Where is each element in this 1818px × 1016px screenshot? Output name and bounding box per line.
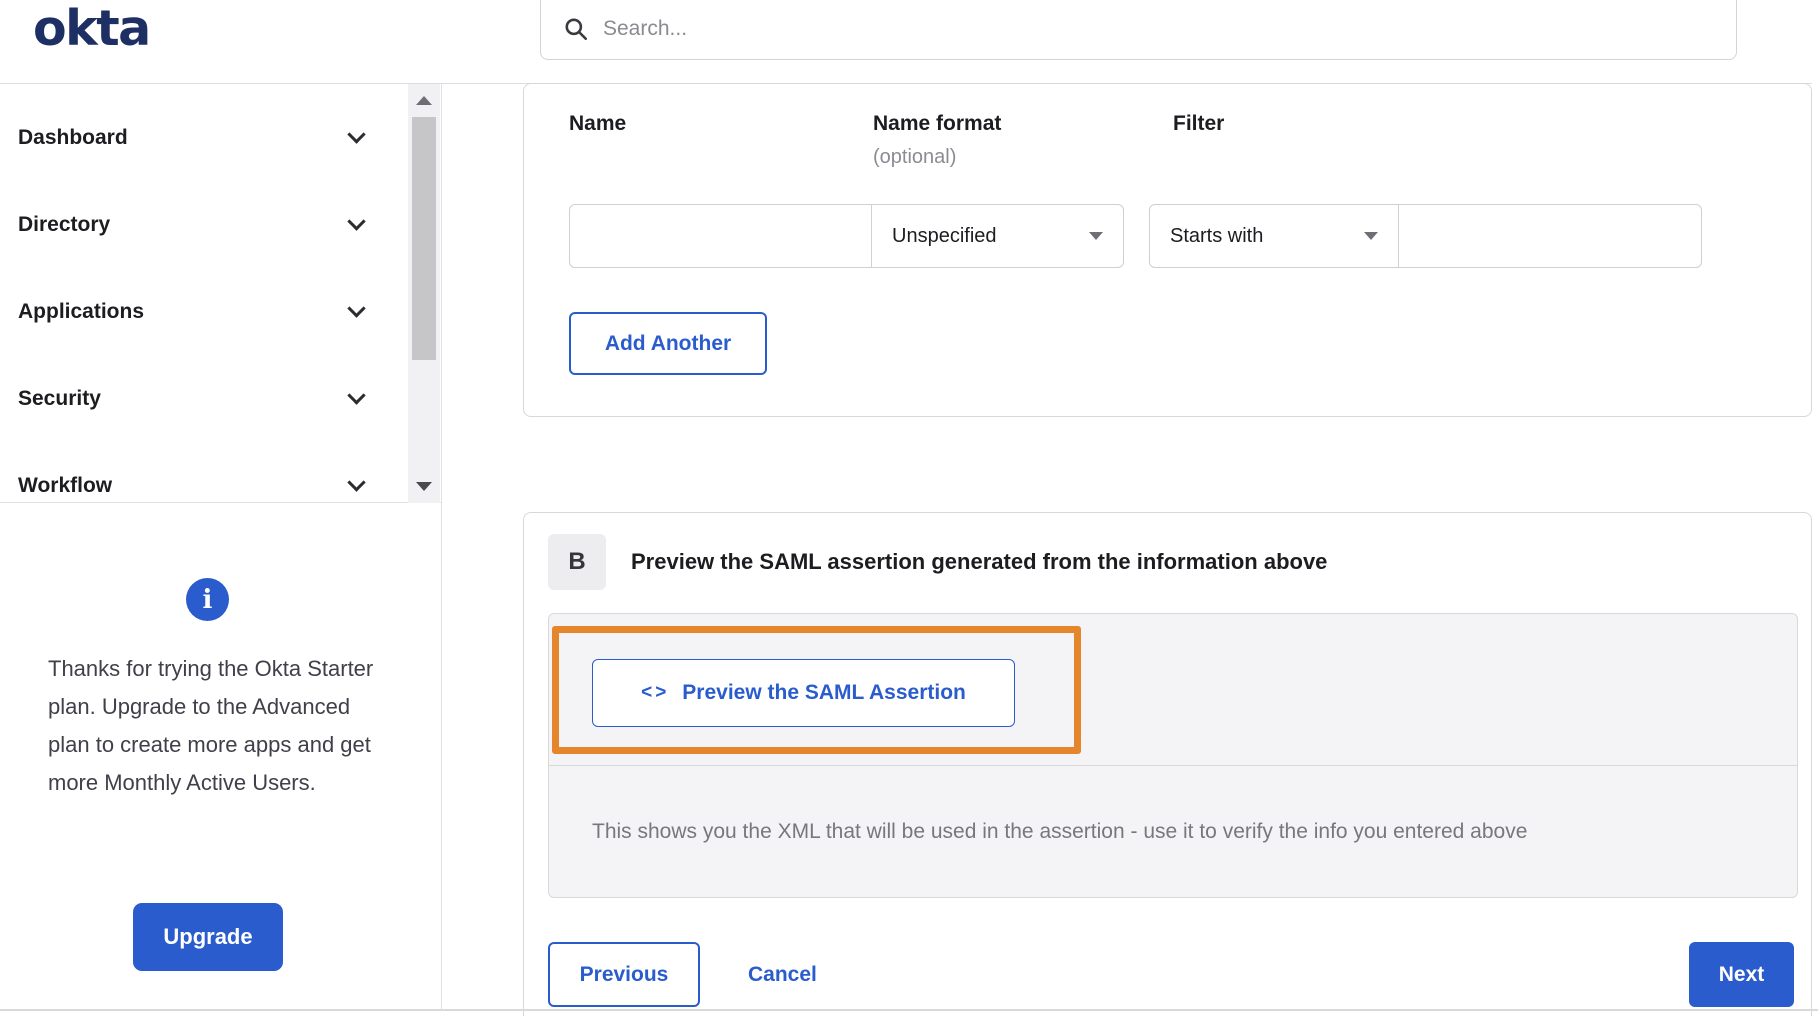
sidebar-item-workflow[interactable]: Workflow <box>0 442 441 529</box>
sidebar-item-label: Applications <box>18 299 145 323</box>
sidebar-item-label: Directory <box>18 212 111 236</box>
trial-notice-text: Thanks for trying the Okta Starter plan.… <box>48 656 374 795</box>
preview-assertion-box: This shows you the XML that will be used… <box>548 613 1798 898</box>
caret-down-icon <box>1364 232 1378 240</box>
filter-column-label: Filter <box>1173 112 1225 135</box>
sidebar-item-label: Security <box>18 386 101 410</box>
scrollbar-thumb[interactable] <box>412 117 436 360</box>
name-format-optional-hint: (optional) <box>873 146 957 168</box>
previous-button[interactable]: Previous <box>548 942 700 1007</box>
sidebar-nav: Dashboard Directory Applications Securit… <box>0 84 441 503</box>
scrollbar-up-button[interactable] <box>408 84 440 117</box>
name-format-column-label: Name format <box>873 112 1002 135</box>
sidebar-item-label: Dashboard <box>18 125 128 149</box>
add-another-button[interactable]: Add Another <box>569 312 767 375</box>
sidebar-item-security[interactable]: Security <box>0 355 441 442</box>
section-b-badge: B <box>548 534 606 590</box>
sidebar-scrollbar[interactable] <box>408 84 440 503</box>
preview-saml-card: B Preview the SAML assertion generated f… <box>523 512 1812 1016</box>
filter-type-select[interactable]: Starts with <box>1149 204 1399 268</box>
preview-section-title: Preview the SAML assertion generated fro… <box>631 549 1328 574</box>
global-search[interactable] <box>540 0 1737 60</box>
search-input[interactable] <box>603 17 1503 41</box>
filter-type-selected-value: Starts with <box>1170 224 1264 247</box>
scrollbar-down-icon <box>416 482 432 491</box>
chevron-down-icon <box>347 125 366 144</box>
attribute-name-input[interactable] <box>570 205 871 267</box>
search-icon <box>565 18 588 41</box>
filter-value-field-wrap <box>1398 204 1702 268</box>
preview-saml-assertion-label: Preview the SAML Assertion <box>682 681 966 704</box>
code-icon: <> <box>641 682 670 703</box>
attribute-statement-card: Name Name format (optional) Filter Unspe… <box>523 83 1812 417</box>
name-format-selected-value: Unspecified <box>892 224 997 247</box>
okta-logo: okta <box>33 0 151 57</box>
viewport-bottom-divider <box>0 1009 1818 1011</box>
sidebar-item-applications[interactable]: Applications <box>0 268 441 355</box>
name-format-select[interactable]: Unspecified <box>871 204 1124 268</box>
info-icon: i <box>186 578 229 621</box>
scrollbar-up-icon <box>416 96 432 105</box>
sidebar-item-dashboard[interactable]: Dashboard <box>0 94 441 181</box>
upgrade-button[interactable]: Upgrade <box>133 903 283 971</box>
scrollbar-down-button[interactable] <box>408 470 440 503</box>
preview-description-row: This shows you the XML that will be used… <box>549 766 1797 897</box>
sidebar-item-label: Workflow <box>18 473 113 497</box>
chevron-down-icon <box>347 212 366 231</box>
preview-description-text: This shows you the XML that will be used… <box>592 819 1528 843</box>
attribute-name-field-wrap <box>569 204 872 268</box>
preview-saml-assertion-button[interactable]: <> Preview the SAML Assertion <box>592 659 1015 727</box>
chevron-down-icon <box>347 299 366 318</box>
caret-down-icon <box>1089 232 1103 240</box>
name-column-label: Name <box>569 112 627 135</box>
next-button[interactable]: Next <box>1689 942 1794 1007</box>
okta-admin-console: okta Dashboard Directory Applications Se… <box>0 0 1818 1016</box>
sidebar-divider <box>441 83 442 1010</box>
filter-value-input[interactable] <box>1399 205 1701 267</box>
chevron-down-icon <box>347 386 366 405</box>
chevron-down-icon <box>347 473 366 492</box>
cancel-button[interactable]: Cancel <box>748 942 817 1007</box>
sidebar-item-directory[interactable]: Directory <box>0 181 441 268</box>
